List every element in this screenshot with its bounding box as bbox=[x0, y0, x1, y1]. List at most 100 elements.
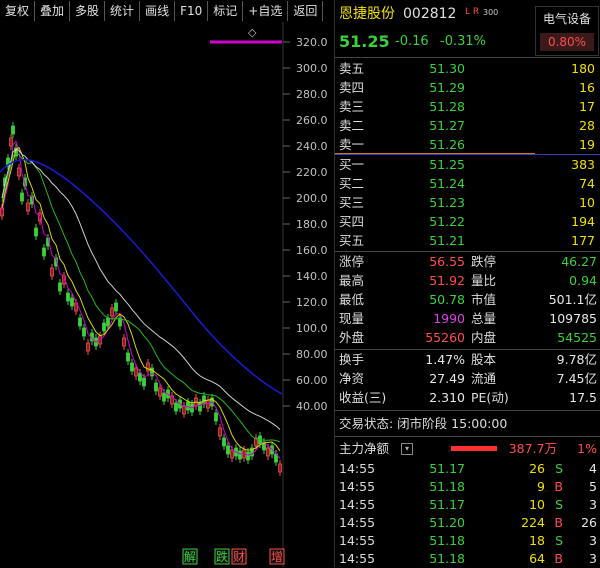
net-flow-row[interactable]: 主力净额 ▾ 387.7万 1% bbox=[335, 439, 600, 458]
level-volume: 17 bbox=[579, 99, 595, 114]
stock-name: 恩捷股份 bbox=[339, 6, 395, 22]
stat-value: 54525 bbox=[557, 330, 597, 345]
level-price: 51.22 bbox=[429, 214, 465, 229]
stat-label: PE(动) bbox=[471, 390, 509, 405]
stat-row: 涨停 56.55 跌停 46.27 bbox=[335, 252, 600, 271]
trade-status-text: 交易状态: 闭市阶段 15:00:00 bbox=[339, 416, 508, 431]
stat-label: 收益(三) bbox=[339, 390, 387, 405]
candle-body bbox=[102, 322, 106, 332]
price-row: 51.25 -0.16 -0.31% bbox=[335, 32, 600, 54]
order-book-row[interactable]: 卖三 51.28 17 bbox=[335, 97, 600, 116]
order-book-row[interactable]: 买四 51.22 194 bbox=[335, 212, 600, 231]
tick-price: 51.18 bbox=[429, 533, 465, 548]
stat-row: 外盘 55260 内盘 54525 bbox=[335, 328, 600, 347]
candle-body bbox=[20, 192, 24, 202]
stat-value: 109785 bbox=[549, 311, 597, 326]
event-tag: 财 bbox=[233, 550, 245, 564]
tick-time: 14:55 bbox=[339, 533, 376, 548]
level-price: 51.30 bbox=[429, 61, 465, 76]
toolbar-button[interactable]: 叠加 bbox=[35, 1, 71, 21]
stat-label: 总量 bbox=[471, 311, 497, 326]
net-flow-label: 主力净额 bbox=[339, 441, 390, 456]
order-book-row[interactable]: 卖四 51.29 16 bbox=[335, 78, 600, 97]
candle-body bbox=[246, 451, 250, 461]
order-book-row[interactable]: 卖二 51.27 28 bbox=[335, 116, 600, 135]
stat-value: 501.1亿 bbox=[548, 292, 597, 307]
stock-tag-num: 300 bbox=[483, 8, 499, 17]
level-label: 卖一 bbox=[339, 137, 365, 152]
tick-price: 51.20 bbox=[429, 515, 465, 530]
y-tick-label: 80.00 bbox=[296, 348, 328, 361]
tick-side: B bbox=[554, 551, 563, 566]
candle-body bbox=[138, 372, 142, 382]
toolbar-button[interactable]: 返回 bbox=[288, 1, 324, 21]
toolbar-button[interactable]: 标记 bbox=[208, 1, 244, 21]
stat-row: 现量 1990 总量 109785 bbox=[335, 309, 600, 328]
candle-body bbox=[78, 317, 82, 327]
y-tick-label: 180.0 bbox=[296, 218, 328, 231]
candle-body bbox=[82, 327, 86, 337]
candle-body bbox=[66, 292, 70, 302]
tick-time: 14:55 bbox=[339, 497, 376, 512]
level-label: 买一 bbox=[339, 157, 365, 172]
stat-label: 股本 bbox=[471, 352, 497, 367]
candle-body bbox=[154, 382, 158, 392]
candle-body bbox=[186, 401, 190, 411]
stat-row: 最高 51.92 量比 0.94 bbox=[335, 271, 600, 290]
tick-volume: 18 bbox=[529, 533, 545, 548]
tick-volume: 9 bbox=[537, 479, 545, 494]
candle-body bbox=[238, 450, 242, 460]
order-book-row[interactable]: 卖一 51.26 19 bbox=[335, 135, 600, 154]
y-tick-label: 240.0 bbox=[296, 140, 328, 153]
top-marker-icon: ◇ bbox=[248, 26, 257, 39]
net-flow-dropdown-icon[interactable]: ▾ bbox=[401, 443, 413, 455]
net-flow-bar bbox=[451, 446, 497, 451]
stat-value: 55260 bbox=[425, 330, 465, 345]
toolbar-button[interactable]: 复权 bbox=[0, 1, 36, 21]
stat-label: 市值 bbox=[471, 292, 497, 307]
toolbar-button[interactable]: F10 bbox=[175, 1, 209, 21]
candle-body bbox=[106, 317, 110, 327]
level-volume: 383 bbox=[571, 157, 595, 172]
tick-volume: 224 bbox=[521, 515, 545, 530]
ma60-line bbox=[0, 158, 283, 395]
toolbar-button[interactable]: +自选 bbox=[243, 1, 289, 21]
tick-count: 3 bbox=[589, 497, 597, 512]
order-book-row[interactable]: 卖五 51.30 180 bbox=[335, 59, 600, 78]
level-volume: 19 bbox=[579, 137, 595, 152]
y-tick-label: 140.0 bbox=[296, 270, 328, 283]
stat-row: 净资 27.49 流通 7.45亿 bbox=[335, 369, 600, 388]
stat-label: 涨停 bbox=[339, 254, 365, 269]
order-book-row[interactable]: 买二 51.24 74 bbox=[335, 174, 600, 193]
candle-body bbox=[162, 392, 166, 402]
level-label: 买四 bbox=[339, 214, 365, 229]
tick-row: 14:55 51.18 18 S 3 bbox=[335, 531, 600, 550]
candle-body bbox=[70, 297, 74, 307]
level-price: 51.21 bbox=[429, 233, 465, 248]
order-book-row[interactable]: 买一 51.25 383 bbox=[335, 155, 600, 174]
toolbar-button[interactable]: 统计 bbox=[105, 1, 141, 21]
toolbar-button[interactable]: 画线 bbox=[140, 1, 176, 21]
stat-value: 1.47% bbox=[425, 352, 465, 367]
stat-value: 17.5 bbox=[569, 390, 597, 405]
level-price: 51.28 bbox=[429, 99, 465, 114]
y-tick-label: 100.0 bbox=[296, 322, 328, 335]
price-change: -0.16 bbox=[395, 34, 429, 49]
stat-row: 换手 1.47% 股本 9.78亿 bbox=[335, 350, 600, 369]
candle-body bbox=[58, 282, 62, 292]
level-volume: 180 bbox=[571, 61, 595, 76]
kline-chart[interactable]: 320.0 300.0 280.0 260.0 240.0 220.0 200.0 180.0… bbox=[0, 22, 333, 567]
candle-body bbox=[198, 402, 202, 412]
candle-body bbox=[11, 125, 15, 135]
trade-status: 交易状态: 闭市阶段 15:00:00 bbox=[335, 414, 600, 433]
toolbar-button[interactable]: 多股 bbox=[70, 1, 106, 21]
level-label: 买三 bbox=[339, 195, 365, 210]
order-book-row[interactable]: 买五 51.21 177 bbox=[335, 231, 600, 250]
y-tick-label: 280.0 bbox=[296, 88, 328, 101]
order-book-row[interactable]: 买三 51.23 10 bbox=[335, 193, 600, 212]
stat-value: 27.49 bbox=[429, 371, 465, 386]
level-label: 卖三 bbox=[339, 99, 365, 114]
stat-label: 流通 bbox=[471, 371, 497, 386]
level-volume: 16 bbox=[579, 80, 595, 95]
tick-row: 14:55 51.17 26 S 4 bbox=[335, 459, 600, 478]
